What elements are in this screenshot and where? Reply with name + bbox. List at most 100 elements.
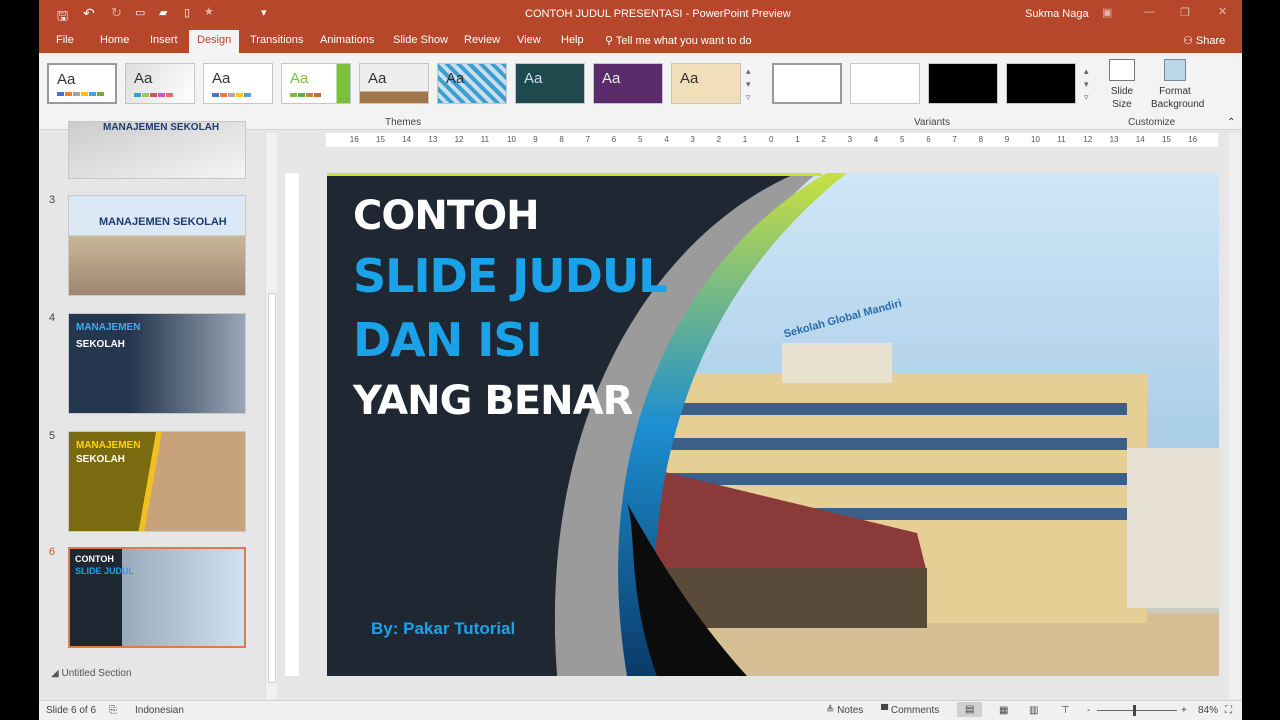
ruler-tick: 4: [873, 135, 879, 144]
tab-insert[interactable]: Insert: [150, 34, 178, 46]
close-icon[interactable]: ✕: [1218, 5, 1227, 18]
slide-size-icon: [1109, 59, 1135, 81]
thumb-title: MANAJEMEN: [76, 322, 141, 333]
themes-scroll[interactable]: ▴ ▾ ▿: [746, 65, 751, 104]
slide-thumbnail-4[interactable]: MANAJEMEN SEKOLAH: [68, 313, 246, 414]
theme-8[interactable]: Aa: [593, 63, 663, 104]
thumb-title: CONTOH: [75, 554, 114, 564]
theme-6[interactable]: Aa: [437, 63, 507, 104]
tab-home[interactable]: Home: [100, 34, 129, 46]
share-button[interactable]: ⚇ Share: [1183, 34, 1225, 47]
slide-title-line-1: CONTOH: [353, 193, 540, 239]
slide-number: 5: [49, 430, 56, 442]
fit-slide-icon[interactable]: ⛶: [1225, 705, 1232, 716]
customize-qat-icon[interactable]: ▾: [261, 6, 267, 19]
ruler-tick: 2: [716, 135, 722, 144]
theme-office[interactable]: Aa: [47, 63, 117, 104]
save-icon[interactable]: 🖫: [57, 7, 68, 29]
ruler-tick: 2: [821, 135, 826, 144]
ruler-tick: 3: [690, 135, 695, 144]
notes-label: Notes: [837, 705, 864, 716]
slide-thumbnail-6[interactable]: CONTOH SLIDE JUDUL: [68, 547, 246, 648]
star-icon[interactable]: ★: [204, 5, 214, 18]
tab-slide-show[interactable]: Slide Show: [393, 34, 448, 46]
variant-4[interactable]: [1006, 63, 1076, 104]
ruler-tick: 13: [1109, 135, 1119, 144]
theme-sample: Aa: [680, 70, 699, 87]
reading-view-icon[interactable]: ▥: [1029, 705, 1038, 716]
undo-icon[interactable]: ↶: [83, 5, 95, 22]
theme-sample: Aa: [57, 71, 76, 88]
section-header[interactable]: ◢ Untitled Section: [51, 668, 132, 679]
variant-2[interactable]: [850, 63, 920, 104]
slide-thumbnail-5[interactable]: MANAJEMEN SEKOLAH: [68, 431, 246, 532]
ribbon-tabs: File Home Insert Design Transitions Anim…: [39, 30, 1242, 53]
building-right: [1127, 448, 1219, 608]
format-background-button[interactable]: Format Background: [1151, 59, 1204, 111]
theme-2[interactable]: Aa: [125, 63, 195, 104]
ribbon-display-icon[interactable]: ▣: [1102, 6, 1112, 19]
theme-7[interactable]: Aa: [515, 63, 585, 104]
vertical-ruler[interactable]: [285, 173, 299, 676]
language-indicator[interactable]: Indonesian: [135, 705, 184, 716]
variants-scroll[interactable]: ▴ ▾ ▿: [1084, 65, 1089, 104]
window-title: CONTOH JUDUL PRESENTASI - PowerPoint Pre…: [525, 8, 791, 20]
variant-1[interactable]: [772, 63, 842, 104]
present-icon[interactable]: ▭: [135, 6, 145, 19]
slideshow-view-icon[interactable]: ⊤: [1061, 705, 1070, 716]
horizontal-ruler[interactable]: 16 15 14 13 12 11 10 9 8 7 6 5 4 3 2 1 0 1 2 3 4 5 6 7 8 9 10 11 12 1…: [326, 133, 1218, 147]
variant-3[interactable]: [928, 63, 998, 104]
theme-3[interactable]: Aa: [203, 63, 273, 104]
tab-view[interactable]: View: [517, 34, 541, 46]
zoom-slider-thumb[interactable]: [1133, 705, 1136, 716]
slide-number: 3: [49, 194, 56, 206]
slide-thumbnail-2[interactable]: MANAJEMEN SEKOLAH: [68, 121, 246, 179]
tab-design[interactable]: Design: [189, 30, 240, 53]
slide-size-button[interactable]: Slide Size: [1107, 59, 1137, 111]
slide-title-line-4: YANG BENAR: [353, 378, 633, 424]
editor-scrollbar[interactable]: [1229, 133, 1241, 699]
spellcheck-icon[interactable]: ⎘: [109, 705, 117, 716]
tab-animations[interactable]: Animations: [320, 34, 374, 46]
open-icon[interactable]: ▰: [159, 6, 167, 19]
thumb-subtitle: SLIDE JUDUL: [75, 566, 135, 576]
theme-4[interactable]: Aa: [281, 63, 351, 104]
ruler-tick: 5: [900, 135, 905, 144]
minimize-icon[interactable]: —: [1144, 6, 1155, 18]
tab-transitions[interactable]: Transitions: [250, 34, 303, 46]
ruler-tick: 10: [1031, 135, 1040, 144]
slide-title-line-3: DAN ISI: [353, 313, 543, 367]
slide-canvas[interactable]: CONTOH SLIDE JUDUL DAN ISI YANG BENAR By…: [327, 173, 1219, 676]
tab-file[interactable]: File: [56, 34, 74, 46]
restore-icon[interactable]: ❐: [1180, 6, 1190, 19]
ruler-tick: 12: [1083, 135, 1093, 144]
zoom-level[interactable]: 84%: [1198, 705, 1218, 716]
ruler-tick: 7: [952, 135, 957, 144]
tab-review[interactable]: Review: [464, 34, 500, 46]
thumbnails-scrollbar[interactable]: [265, 133, 277, 699]
tab-help[interactable]: Help: [561, 34, 584, 46]
zoom-slider[interactable]: [1097, 705, 1177, 716]
format-background-label: Format Background: [1151, 86, 1205, 110]
slide-sorter-icon[interactable]: ▦: [999, 705, 1008, 716]
new-icon[interactable]: ▯: [184, 6, 190, 19]
ruler-tick: 11: [480, 135, 490, 144]
ruler-tick: 6: [926, 135, 931, 144]
comments-button[interactable]: ▀ Comments: [881, 705, 939, 716]
theme-sample: Aa: [368, 70, 387, 87]
tell-me-search[interactable]: ⚲ Tell me what you want to do: [605, 34, 752, 47]
zoom-out-icon[interactable]: -: [1087, 705, 1090, 716]
redo-icon[interactable]: ↻: [111, 5, 122, 21]
scrollbar-thumb[interactable]: [268, 293, 276, 683]
zoom-in-icon[interactable]: +: [1181, 705, 1187, 716]
ruler-tick: 16: [349, 135, 359, 144]
theme-9[interactable]: Aa: [671, 63, 741, 104]
slide-thumbnail-3[interactable]: MANAJEMEN SEKOLAH: [68, 195, 246, 296]
user-name[interactable]: Sukma Naga: [1025, 8, 1089, 20]
collapse-ribbon-icon[interactable]: ⌃: [1227, 117, 1235, 128]
notes-button[interactable]: ≜ Notes: [826, 705, 863, 716]
ruler-tick: 8: [978, 135, 984, 144]
tell-me-label: Tell me what you want to do: [615, 35, 752, 47]
theme-5[interactable]: Aa: [359, 63, 429, 104]
normal-view-icon[interactable]: ▤: [957, 702, 983, 717]
